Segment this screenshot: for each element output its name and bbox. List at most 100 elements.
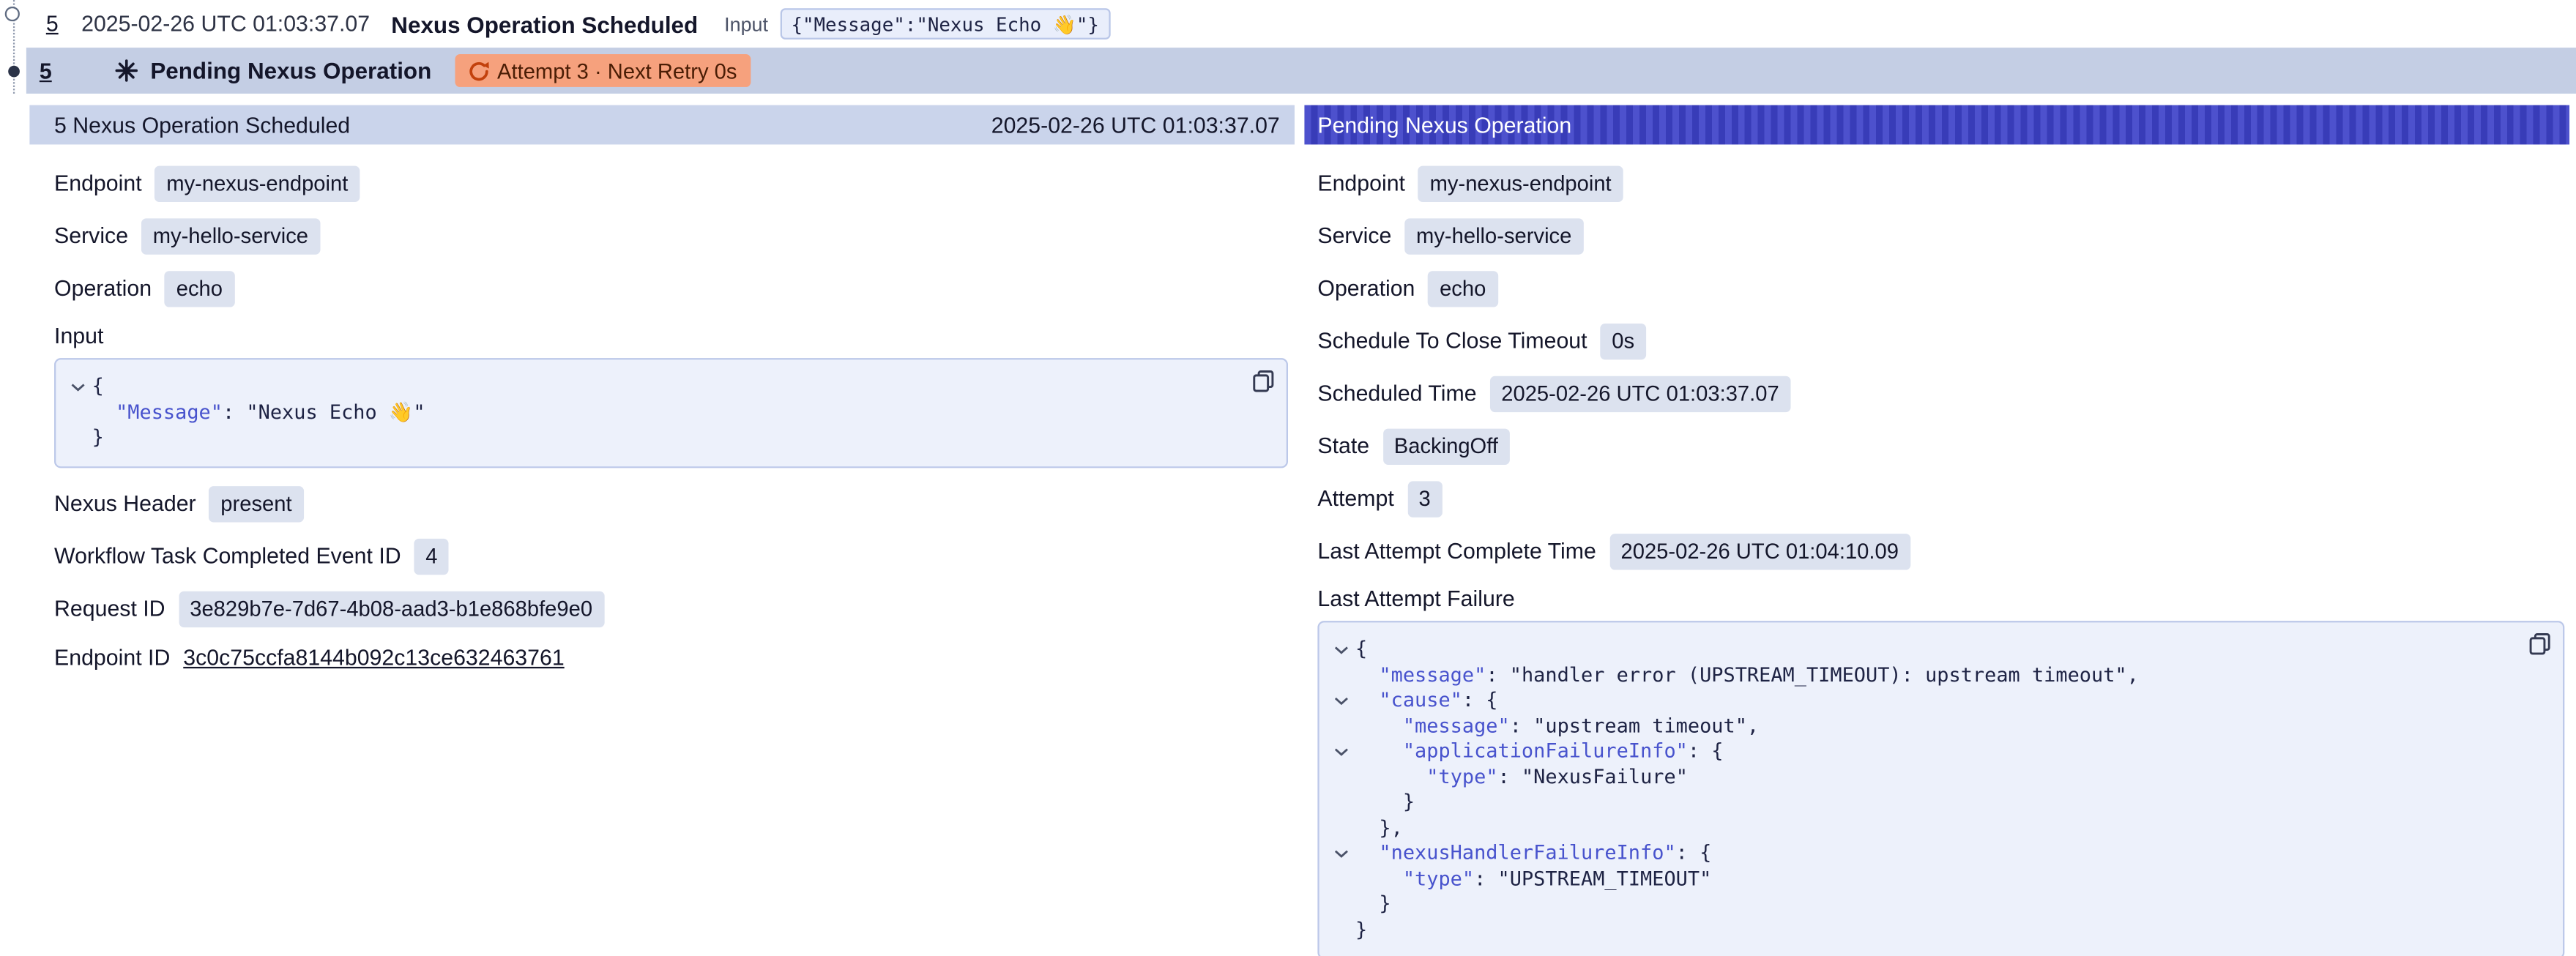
field-label: State <box>1317 432 1369 461</box>
field-value-badge: 2025-02-26 UTC 01:04:10.09 <box>1609 534 1910 570</box>
field-schedule-to-close-timeout: Schedule To Close Timeout 0s <box>1317 324 2569 359</box>
json-rest: } <box>1355 917 1367 940</box>
timeline-open-circle-icon <box>5 7 20 21</box>
json-line: "message": "upstream timeout", <box>1328 714 2514 739</box>
retry-icon <box>468 60 489 81</box>
pending-operation-title: Pending Nexus Operation <box>150 58 431 84</box>
field-label: Endpoint <box>54 169 142 198</box>
json-indent <box>1355 764 1426 787</box>
json-line: } <box>1328 917 2514 943</box>
event-timeline-rail <box>0 0 29 94</box>
field-request-id: Request ID 3e829b7e-7d67-4b08-aad3-b1e86… <box>54 591 1295 627</box>
copy-icon-button[interactable] <box>1252 370 1275 392</box>
json-rest: } <box>1379 892 1391 914</box>
json-line: } <box>64 425 1237 451</box>
scheduled-event-body: Endpoint my-nexus-endpoint Service my-he… <box>29 144 1295 672</box>
copy-icon <box>1252 370 1275 392</box>
json-key: "type" <box>1426 764 1497 787</box>
event-row-summary[interactable]: 5 2025-02-26 UTC 01:03:37.07 Nexus Opera… <box>29 0 2576 48</box>
json-key: "nexusHandlerFailureInfo" <box>1379 841 1675 864</box>
json-rest: : { <box>1676 841 1712 864</box>
json-key: "type" <box>1403 867 1474 889</box>
json-rest: }, <box>1379 815 1402 838</box>
field-label: Scheduled Time <box>1317 379 1476 408</box>
json-rest: { <box>92 375 104 397</box>
field-label: Service <box>54 222 128 251</box>
json-key: "message" <box>1403 714 1510 736</box>
scheduled-event-header: 5 Nexus Operation Scheduled 2025-02-26 U… <box>29 105 1295 145</box>
field-value-badge: BackingOff <box>1382 429 1510 465</box>
field-last-attempt-complete-time: Last Attempt Complete Time 2025-02-26 UT… <box>1317 534 2569 570</box>
json-line: "nexusHandlerFailureInfo": { <box>1328 841 2514 867</box>
pending-event-id-link[interactable]: 5 <box>40 59 52 83</box>
chevron-down-icon[interactable] <box>1334 739 1349 765</box>
event-detail-panels: 5 Nexus Operation Scheduled 2025-02-26 U… <box>29 105 2569 956</box>
chevron-down-icon[interactable] <box>1334 638 1349 663</box>
json-line: "message": "handler error (UPSTREAM_TIME… <box>1328 662 2514 688</box>
nexus-operation-icon <box>114 59 137 82</box>
json-line: } <box>1328 790 2514 815</box>
field-state: State BackingOff <box>1317 429 2569 465</box>
field-value-badge: 4 <box>414 538 450 574</box>
retry-badge-text: Attempt 3 · Next Retry 0s <box>497 59 737 83</box>
field-service: Service my-hello-service <box>1317 218 2569 254</box>
chevron-down-icon[interactable] <box>1334 688 1349 714</box>
pending-operation-row[interactable]: 5 Pending Nexus Operation Attempt 3 · Ne… <box>26 48 2576 94</box>
retry-attempts-badge: Attempt 3 · Next Retry 0s <box>455 54 751 87</box>
timeline-filled-dot-icon <box>8 66 20 78</box>
chevron-down-icon[interactable] <box>1334 841 1349 867</box>
json-rest: : { <box>1462 688 1498 711</box>
event-id-link[interactable]: 5 <box>46 12 59 37</box>
json-line: }, <box>1328 815 2514 841</box>
field-operation: Operation echo <box>54 271 1295 307</box>
json-rest: : "Nexus Echo 👋" <box>223 400 425 422</box>
field-label: Endpoint <box>1317 169 1405 198</box>
json-indent <box>1355 867 1403 889</box>
field-value-badge: 2025-02-26 UTC 01:03:37.07 <box>1490 376 1791 412</box>
json-rest: } <box>92 425 104 448</box>
json-line: "applicationFailureInfo": { <box>1328 739 2514 765</box>
json-line: "type": "NexusFailure" <box>1328 764 2514 790</box>
field-attempt: Attempt 3 <box>1317 481 2569 517</box>
field-value-badge: echo <box>1428 271 1497 307</box>
input-json-viewer: { "Message": "Nexus Echo 👋" } <box>54 358 1288 467</box>
field-label: Service <box>1317 222 1391 251</box>
field-endpoint: Endpoint my-nexus-endpoint <box>54 166 1295 202</box>
field-label: Last Attempt Complete Time <box>1317 537 1596 567</box>
field-value-badge: present <box>209 485 304 521</box>
json-indent <box>1355 688 1379 711</box>
event-timestamp: 2025-02-26 UTC 01:03:37.07 <box>81 12 370 37</box>
json-key: "cause" <box>1379 688 1462 711</box>
copy-icon-button[interactable] <box>2528 632 2551 655</box>
copy-icon <box>2528 632 2551 655</box>
json-indent <box>1355 662 1379 685</box>
field-label: Operation <box>1317 275 1415 304</box>
json-rest: { <box>1355 638 1367 660</box>
scheduled-event-header-title: 5 Nexus Operation Scheduled <box>54 113 350 138</box>
field-value-badge: echo <box>165 271 234 307</box>
pending-operation-header: Pending Nexus Operation <box>1304 105 2569 145</box>
json-key: "Message" <box>116 400 223 422</box>
chevron-down-icon[interactable] <box>70 375 85 400</box>
field-label: Nexus Header <box>54 488 196 518</box>
field-endpoint-id: Endpoint ID 3c0c75ccfa8144b092c13ce63246… <box>54 643 1295 672</box>
json-indent <box>1355 714 1403 736</box>
json-key: "message" <box>1379 662 1486 685</box>
json-line: "Message": "Nexus Echo 👋" <box>64 400 1237 425</box>
scheduled-event-header-time: 2025-02-26 UTC 01:03:37.07 <box>991 113 1280 138</box>
endpoint-id-link[interactable]: 3c0c75ccfa8144b092c13ce632463761 <box>183 643 564 672</box>
json-rest: : { <box>1688 739 1724 762</box>
input-label: Input <box>724 12 768 35</box>
field-value-badge: my-hello-service <box>1404 218 1583 254</box>
workflow-history-view: 5 2025-02-26 UTC 01:03:37.07 Nexus Opera… <box>0 0 2576 956</box>
field-label: Operation <box>54 275 152 304</box>
field-operation: Operation echo <box>1317 271 2569 307</box>
json-rest: : "handler error (UPSTREAM_TIMEOUT): ups… <box>1486 662 2139 685</box>
json-rest: : "upstream timeout", <box>1510 714 1759 736</box>
pending-operation-body: Endpoint my-nexus-endpoint Service my-he… <box>1304 144 2569 956</box>
field-value-badge: 0s <box>1601 324 1646 359</box>
field-value-badge: my-nexus-endpoint <box>155 166 360 202</box>
json-indent <box>1355 841 1379 864</box>
event-title: Nexus Operation Scheduled <box>391 11 698 37</box>
field-value-badge: my-nexus-endpoint <box>1418 166 1623 202</box>
